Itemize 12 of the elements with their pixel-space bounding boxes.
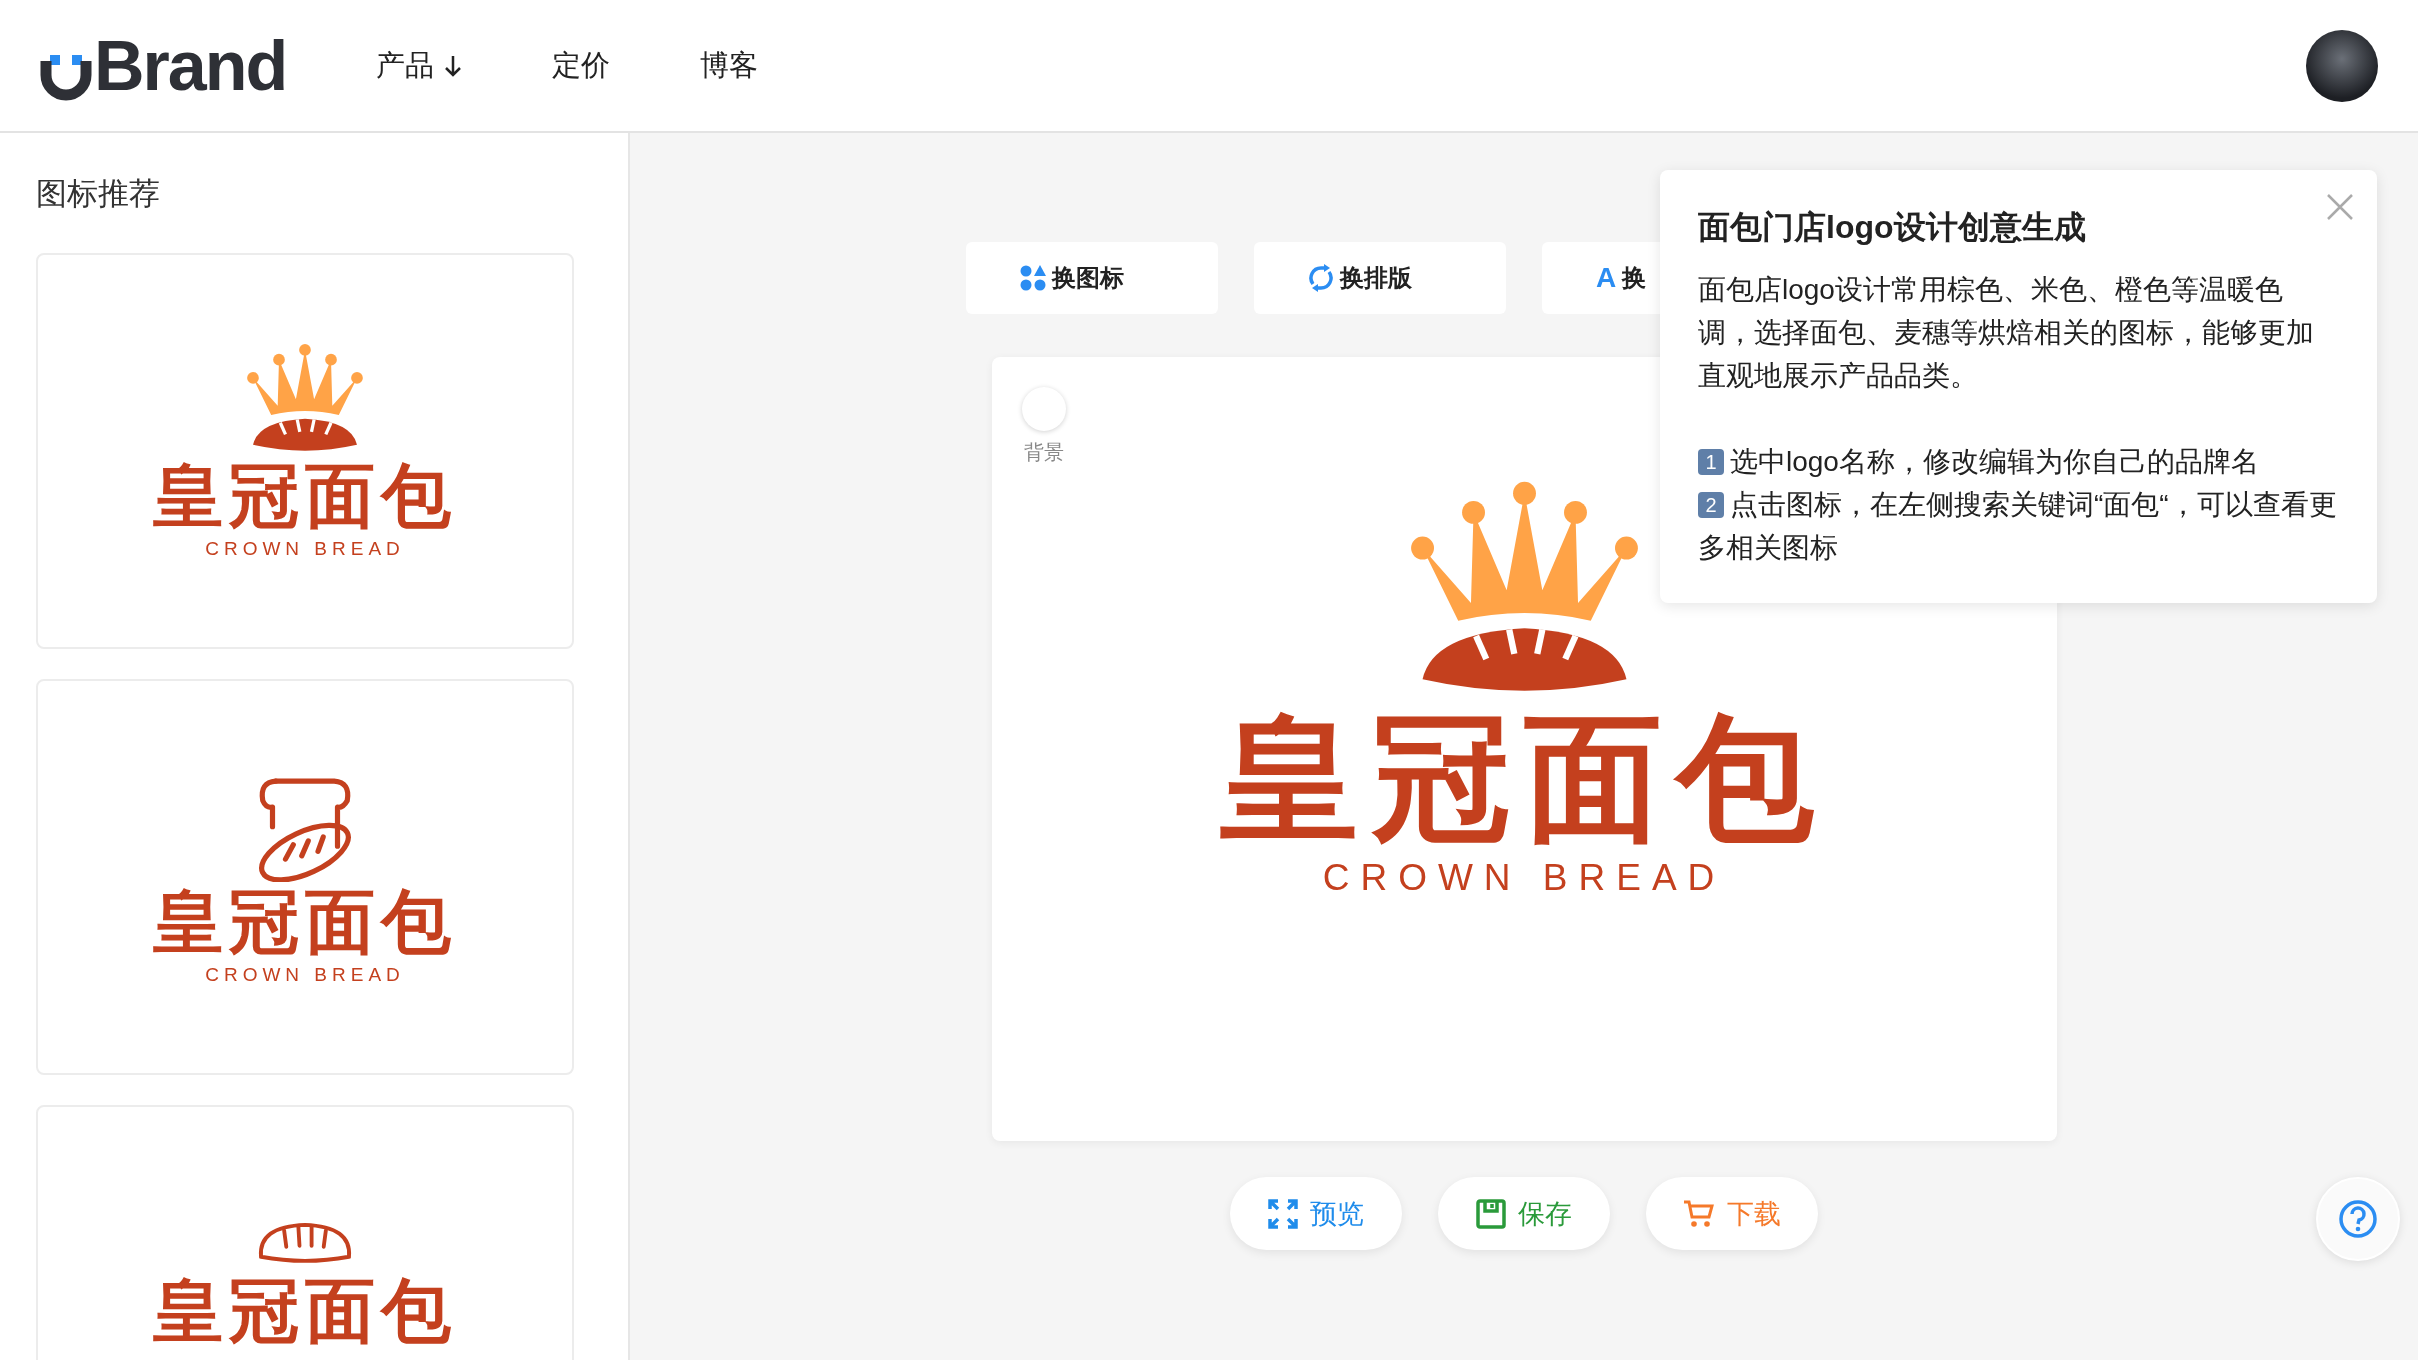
brand-name: 皇冠面包 [153, 1275, 457, 1349]
brand-name: 皇冠面包 [153, 460, 457, 534]
tip-text: 面包店logo设计常用棕色、米色、橙色等温暖色调，选择面包、麦穗等烘焙相关的图标，能够更加直观地展示产品品类。 [1698, 273, 2315, 393]
sidebar-title: 图标推荐 [36, 175, 161, 213]
font-icon: A [1596, 262, 1617, 294]
tip-step: 1 选中logo名称，修改编辑为你自己的品牌名 [1698, 440, 2337, 483]
brand-name: 皇冠面包 [153, 886, 457, 960]
tip-title: 面包门店logo设计创意生成 [1698, 208, 2087, 247]
tagline: CROWN BREAD [205, 537, 405, 560]
tip-step: 2 点击图标，在左侧搜索关键词“面包“，可以查看更多相关图标 [1698, 483, 2337, 569]
tagline: CROWN BREAD [205, 963, 405, 986]
background-label: 背景 [1023, 440, 1064, 465]
